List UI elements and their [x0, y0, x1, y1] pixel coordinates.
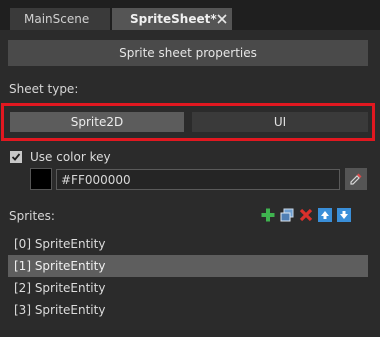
move-sprite-down-button[interactable] [336, 207, 352, 223]
list-item[interactable]: [0] SpriteEntity [8, 233, 368, 255]
duplicate-icon [280, 208, 294, 222]
color-key-input[interactable]: #FF000000 [56, 169, 340, 190]
sprite-sheet-properties-button[interactable]: Sprite sheet properties [8, 40, 368, 66]
sprite-entry-label: [0] SpriteEntity [14, 237, 106, 251]
delete-sprite-button[interactable] [298, 207, 314, 223]
close-icon[interactable] [215, 12, 229, 26]
sheet-type-ui-button[interactable]: UI [192, 112, 368, 132]
move-up-icon [318, 208, 332, 222]
sprite-entry-label: [1] SpriteEntity [14, 259, 106, 273]
list-item[interactable]: [3] SpriteEntity [8, 299, 368, 321]
sheet-type-label: Sheet type: [9, 82, 79, 96]
tab-spritesheet[interactable]: SpriteSheet* [112, 8, 232, 30]
list-item[interactable]: [1] SpriteEntity [8, 255, 368, 277]
use-color-key-row: Use color key [10, 150, 111, 164]
duplicate-sprite-button[interactable] [279, 207, 295, 223]
segment-label: Sprite2D [70, 115, 124, 129]
move-down-icon [337, 208, 351, 222]
tab-label: SpriteSheet* [130, 12, 217, 26]
add-icon [261, 208, 275, 222]
eyedropper-button[interactable] [345, 168, 367, 190]
tab-label: MainScene [24, 12, 90, 26]
sprite-entry-label: [2] SpriteEntity [14, 281, 106, 295]
properties-button-label: Sprite sheet properties [119, 46, 257, 60]
sprites-list: [0] SpriteEntity [1] SpriteEntity [2] Sp… [8, 233, 368, 321]
eyedropper-icon [350, 173, 362, 185]
delete-icon [299, 208, 313, 222]
sprites-toolbar [260, 207, 352, 223]
segment-label: UI [273, 115, 287, 129]
sprite-entry-label: [3] SpriteEntity [14, 303, 106, 317]
move-sprite-up-button[interactable] [317, 207, 333, 223]
use-color-key-label: Use color key [30, 150, 111, 164]
tab-mainscene[interactable]: MainScene [10, 8, 110, 30]
add-sprite-button[interactable] [260, 207, 276, 223]
color-key-swatch[interactable] [30, 168, 52, 190]
list-item[interactable]: [2] SpriteEntity [8, 277, 368, 299]
sprites-label: Sprites: [9, 209, 55, 223]
color-key-value: #FF000000 [61, 172, 131, 187]
checkmark-icon [11, 153, 21, 161]
sprite-sheet-panel: Sprite sheet properties Sheet type: Spri… [0, 30, 380, 337]
tab-bar: MainScene SpriteSheet* [0, 0, 380, 30]
use-color-key-checkbox[interactable] [10, 151, 22, 163]
sheet-type-sprite2d-button[interactable]: Sprite2D [10, 112, 184, 132]
